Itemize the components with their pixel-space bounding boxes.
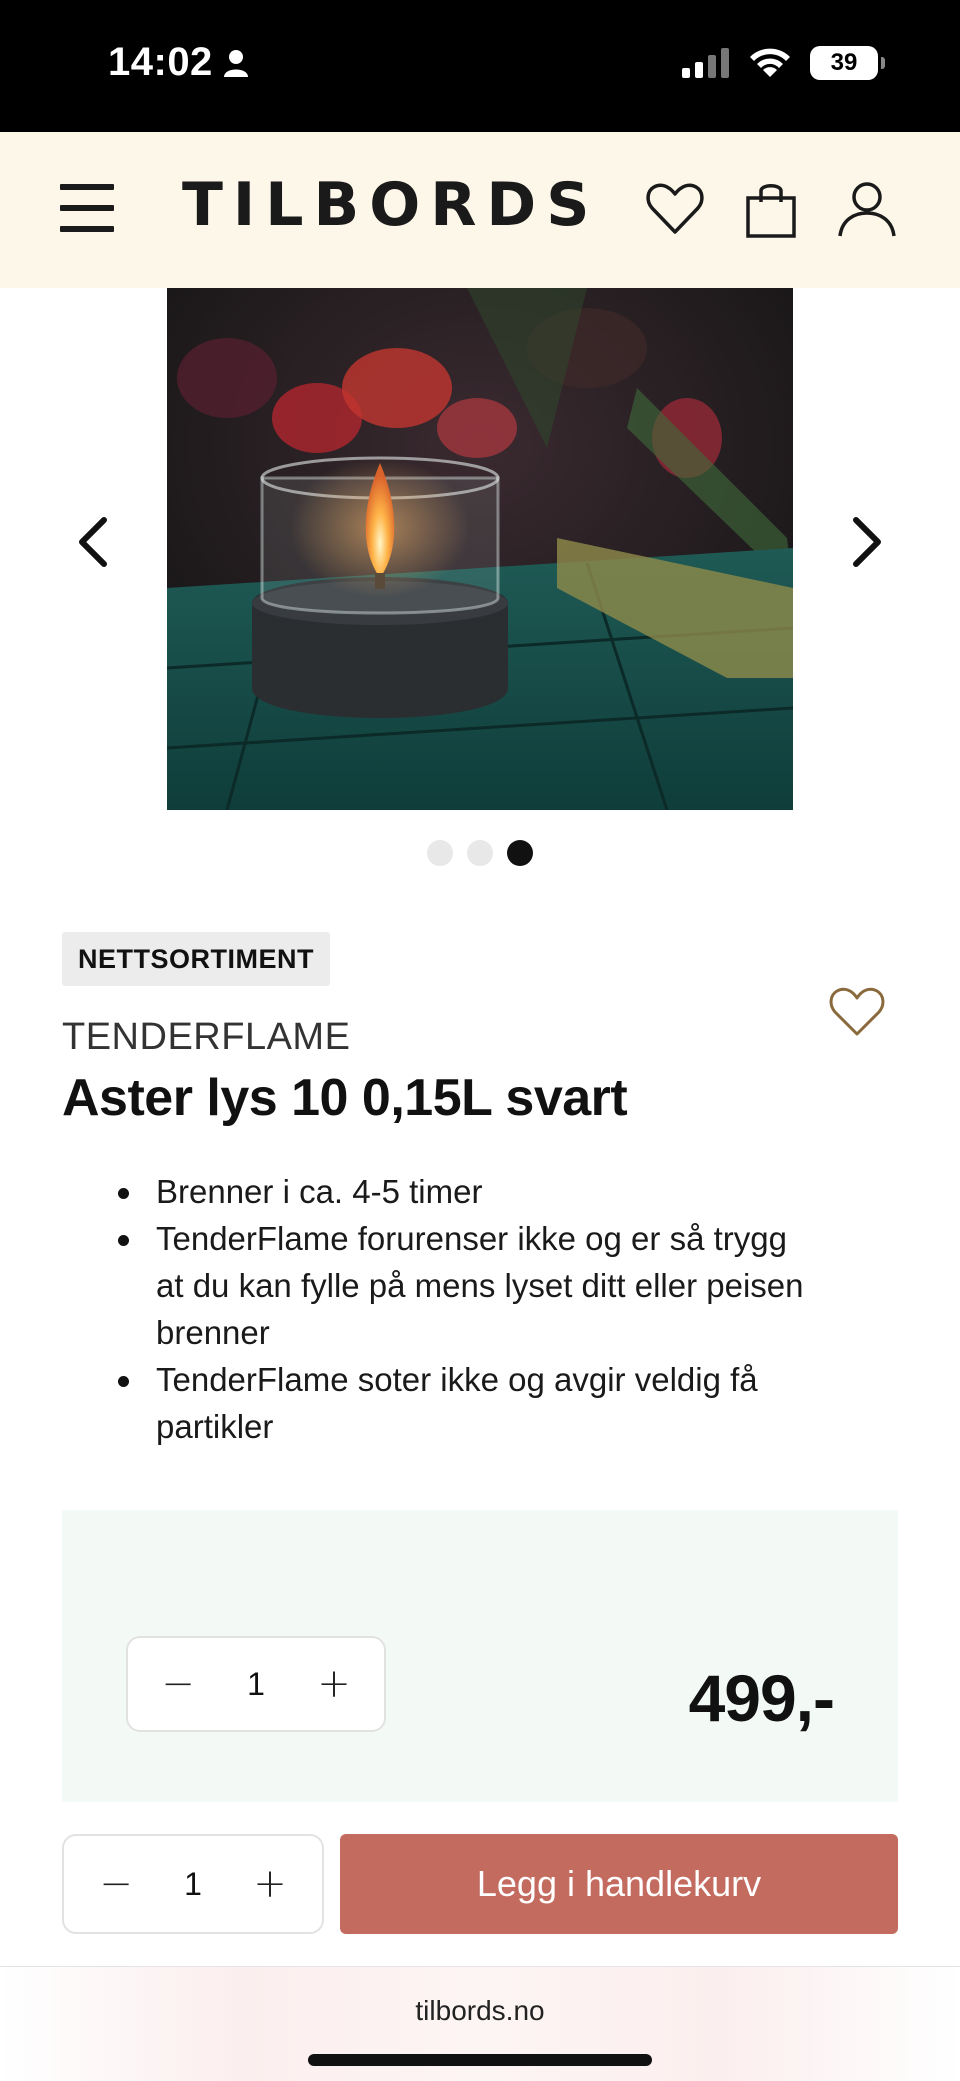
add-to-cart-button[interactable]: Legg i handlekurv (340, 1834, 898, 1934)
sticky-decrease-quantity-button[interactable]: − (94, 1861, 138, 1907)
product-image-carousel (0, 288, 960, 810)
carousel-next-button[interactable] (842, 510, 892, 574)
carousel-dot-3[interactable] (507, 840, 533, 866)
feature-item: TenderFlame forurenser ikke og er så try… (112, 1215, 812, 1356)
feature-item: TenderFlame soter ikke og avgir veldig f… (112, 1356, 812, 1450)
product-title: Aster lys 10 0,15L svart (62, 1069, 628, 1127)
product-photo (167, 288, 793, 810)
wifi-icon (750, 48, 790, 77)
status-time: 14:02 (108, 40, 213, 84)
decrease-quantity-button[interactable]: − (156, 1661, 200, 1707)
product-price: 499,- (688, 1661, 835, 1735)
feature-item: Brenner i ca. 4-5 timer (112, 1168, 812, 1215)
carousel-dots (0, 840, 960, 866)
quantity-stepper: − 1 + (126, 1636, 386, 1732)
home-indicator[interactable] (308, 2054, 652, 2066)
product-brand[interactable]: TENDERFLAME (62, 1016, 350, 1059)
sticky-quantity-value[interactable]: 1 (184, 1866, 202, 1903)
status-time-group: 14:02 (108, 40, 249, 85)
header-actions (644, 178, 898, 240)
site-logo[interactable]: TILBORDS (182, 170, 599, 240)
status-indicators: 39 (682, 46, 885, 80)
carousel-dot-2[interactable] (467, 840, 493, 866)
url-text[interactable]: tilbords.no (0, 1995, 960, 2027)
status-bar: 14:02 39 (0, 0, 960, 132)
quantity-value[interactable]: 1 (247, 1666, 265, 1703)
chevron-left-icon (79, 517, 107, 567)
increase-quantity-button[interactable]: + (312, 1661, 356, 1707)
site-header: TILBORDS (0, 132, 960, 288)
person-icon (223, 49, 248, 77)
availability-badge: NETTSORTIMENT (62, 932, 330, 986)
price-panel: − 1 + 499,- (62, 1510, 898, 1802)
carousel-prev-button[interactable] (68, 510, 118, 574)
product-image[interactable] (167, 288, 793, 810)
battery-level: 39 (830, 49, 858, 76)
sticky-increase-quantity-button[interactable]: + (248, 1861, 292, 1907)
carousel-dot-1[interactable] (427, 840, 453, 866)
chevron-right-icon (853, 517, 881, 567)
signal-icon (682, 48, 729, 78)
shopping-bag-icon[interactable] (740, 178, 802, 240)
heart-icon[interactable] (644, 178, 706, 240)
battery-icon: 39 (810, 46, 885, 80)
menu-icon[interactable] (60, 184, 114, 232)
product-features: Brenner i ca. 4-5 timer TenderFlame foru… (112, 1168, 812, 1450)
favorite-heart-icon[interactable] (828, 984, 886, 1038)
sticky-quantity-stepper: − 1 + (62, 1834, 324, 1934)
user-icon[interactable] (836, 178, 898, 240)
